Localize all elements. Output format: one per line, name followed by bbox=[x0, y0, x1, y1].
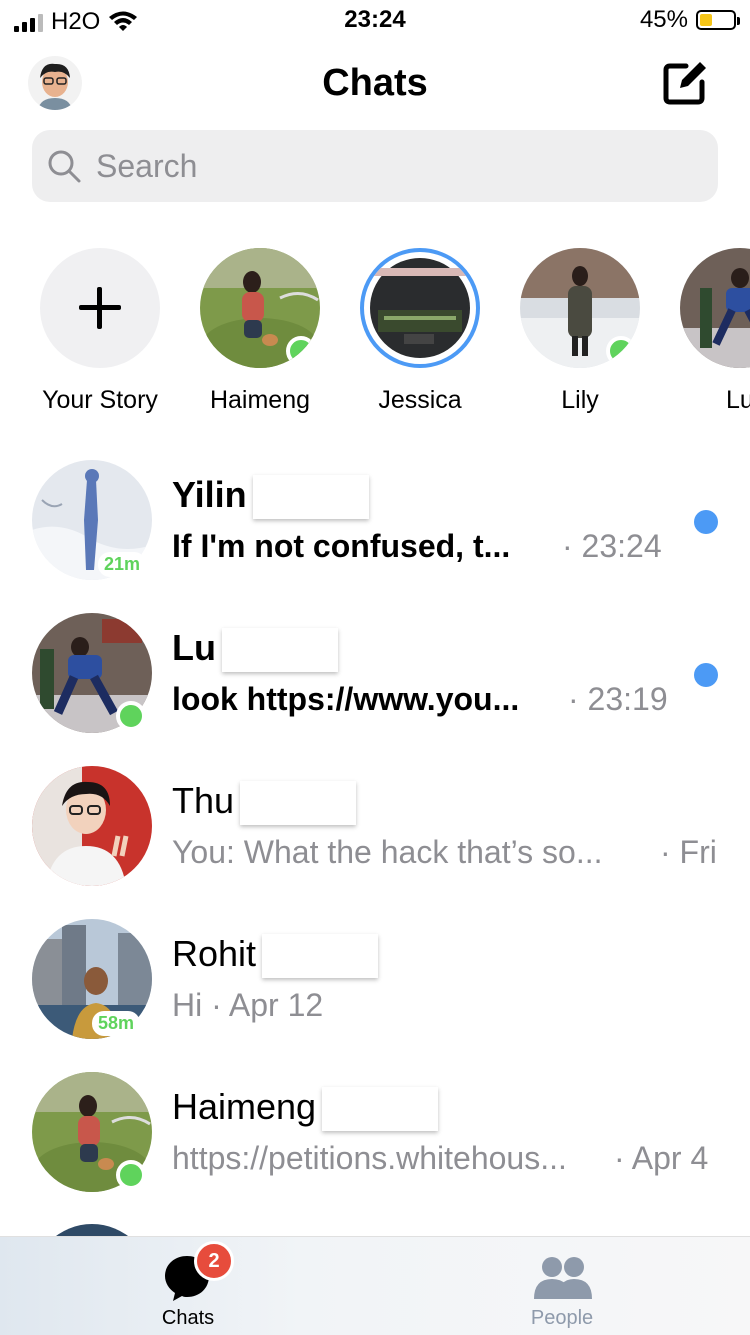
search-icon bbox=[48, 150, 81, 183]
story-label: Jessica bbox=[378, 386, 462, 414]
redaction-box bbox=[262, 934, 379, 979]
header: Chats bbox=[0, 50, 750, 120]
page-title: Chats bbox=[322, 62, 428, 104]
chat-time: · 23:19 bbox=[568, 681, 668, 717]
chat-time: · 23:24 bbox=[562, 528, 662, 564]
unread-indicator bbox=[694, 663, 718, 687]
story-avatar bbox=[520, 248, 640, 368]
battery-icon bbox=[696, 10, 740, 30]
stories-row: Your Story Haimeng Jessica Lily Lu bbox=[0, 248, 750, 428]
story-avatar bbox=[200, 248, 320, 368]
story-your-story[interactable]: Your Story bbox=[20, 248, 180, 415]
chat-preview: https://petitions.whitehous... bbox=[172, 1140, 567, 1176]
status-bar: H2O 23:24 45% bbox=[0, 0, 750, 40]
story-label: Lily bbox=[561, 386, 599, 414]
story-lily[interactable]: Lily bbox=[500, 248, 660, 415]
redaction-box bbox=[252, 475, 369, 520]
story-label: Lu bbox=[726, 386, 750, 414]
story-haimeng[interactable]: Haimeng bbox=[180, 248, 340, 415]
online-indicator bbox=[116, 1160, 146, 1190]
chat-name: Yilin bbox=[172, 474, 369, 520]
chat-row-rohit[interactable]: 58m Rohit Hi · Apr 12 bbox=[0, 919, 750, 1069]
redaction-box bbox=[221, 628, 338, 673]
redaction-box bbox=[240, 781, 357, 826]
active-time-badge: 21m bbox=[98, 552, 147, 577]
unread-indicator bbox=[694, 510, 718, 534]
chat-row-yilin[interactable]: 21m Yilin If I'm not confused, t... · 23… bbox=[0, 460, 750, 610]
chat-avatar bbox=[32, 766, 152, 886]
plus-icon bbox=[79, 287, 121, 329]
status-time: 23:24 bbox=[344, 6, 406, 33]
compose-icon[interactable] bbox=[660, 58, 710, 108]
active-time-badge: 58m bbox=[92, 1011, 141, 1036]
chat-row-haimeng[interactable]: Haimeng https://petitions.whitehous... ·… bbox=[0, 1072, 750, 1222]
people-icon bbox=[534, 1257, 592, 1299]
chat-preview: If I'm not confused, t... bbox=[172, 528, 511, 564]
tab-label: People bbox=[530, 1307, 594, 1329]
chat-preview: You: What the hack that’s so... bbox=[172, 834, 603, 870]
story-lu[interactable]: Lu bbox=[660, 248, 750, 415]
online-indicator bbox=[286, 336, 316, 366]
tab-people[interactable]: People bbox=[462, 1237, 662, 1335]
chat-name: Haimeng bbox=[172, 1086, 439, 1132]
chat-row-lu[interactable]: Lu look https://www.you... · 23:19 bbox=[0, 613, 750, 763]
redaction-box bbox=[322, 1087, 439, 1132]
chat-time: · Fri bbox=[660, 834, 717, 870]
battery-percent: 45% bbox=[639, 6, 688, 33]
story-avatar bbox=[360, 248, 480, 368]
chat-name: Lu bbox=[172, 627, 338, 673]
story-label: Haimeng bbox=[209, 386, 311, 414]
chat-preview: Hi · Apr 12 bbox=[172, 987, 324, 1023]
chat-preview: look https://www.you... bbox=[172, 681, 520, 717]
unread-count-badge: 2 bbox=[194, 1241, 234, 1281]
online-indicator bbox=[606, 336, 636, 366]
chat-row-thu[interactable]: Thu You: What the hack that’s so... · Fr… bbox=[0, 766, 750, 916]
search-input[interactable] bbox=[94, 146, 658, 186]
chat-name: Rohit bbox=[172, 933, 379, 979]
tab-label: Chats bbox=[161, 1307, 215, 1329]
story-avatar bbox=[680, 248, 750, 368]
tab-bar: 2 Chats People bbox=[0, 1236, 750, 1335]
chat-time: · Apr 4 bbox=[614, 1140, 709, 1176]
search-bar[interactable] bbox=[32, 130, 718, 202]
online-indicator bbox=[116, 701, 146, 731]
tab-chats[interactable]: 2 Chats bbox=[88, 1237, 288, 1335]
story-label: Your Story bbox=[42, 386, 158, 414]
story-jessica[interactable]: Jessica bbox=[340, 248, 500, 415]
chat-name: Thu bbox=[172, 780, 357, 826]
